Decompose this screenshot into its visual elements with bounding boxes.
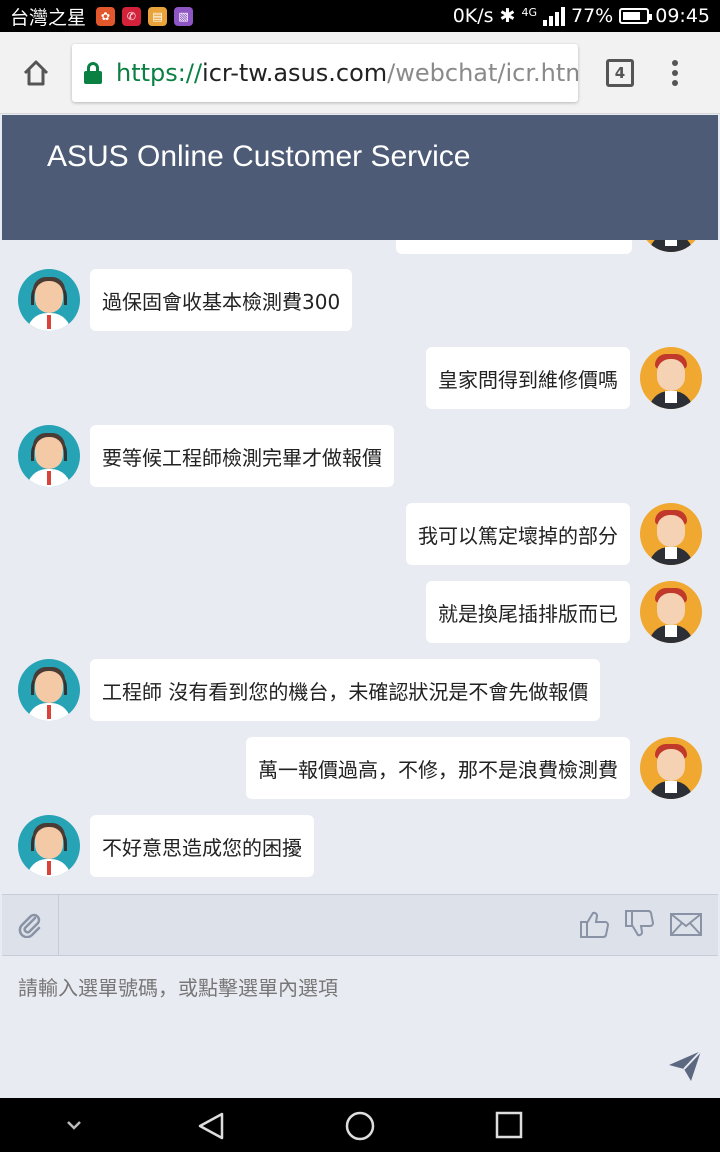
back-icon[interactable]: [196, 1110, 228, 1142]
carrier-label: 台灣之星: [10, 6, 87, 29]
chat-action-bar: [2, 894, 718, 956]
thumbs-up-icon[interactable]: [578, 908, 610, 940]
chat-bubble: 皇家問得到維修價嗎: [426, 347, 630, 409]
address-bar[interactable]: https://icr-tw.asus.com/webchat/icr.html: [72, 43, 578, 102]
network-type: 4G: [521, 6, 537, 19]
battery-icon: [619, 8, 653, 24]
gallery-app-icon: ▧: [174, 6, 194, 26]
chat-message-agent: 工程師 沒有看到您的機台，未確認狀況是不會先做報價: [18, 659, 601, 721]
chat-message-user: 就是換尾插排版而已: [426, 581, 702, 643]
chat-bubble: 過保固會收基本檢測費300: [90, 269, 353, 331]
chat-bubble: 萬一報價過高，不修，那不是浪費檢測費: [246, 737, 630, 799]
more-vert-icon[interactable]: [672, 59, 678, 86]
bluetooth-icon: ✱: [499, 5, 516, 27]
page-header: ASUS Online Customer Service: [2, 115, 718, 240]
agent-avatar: [18, 659, 80, 721]
mail-icon[interactable]: [669, 908, 703, 940]
notification-app-icon: ✿: [96, 6, 116, 26]
user-avatar: [640, 581, 702, 643]
system-nav-bar: [0, 1098, 720, 1152]
agent-avatar: [18, 815, 80, 877]
send-icon[interactable]: [667, 1048, 703, 1084]
agent-avatar: [18, 269, 80, 331]
user-avatar: [640, 347, 702, 409]
tab-switcher-button[interactable]: 4: [606, 58, 634, 87]
chat-bubble: 要等候工程師檢測完畢才做報價: [90, 425, 394, 487]
page-title: ASUS Online Customer Service: [47, 140, 471, 173]
home-circle-icon[interactable]: [344, 1110, 376, 1142]
chat-bubble: 我可以篤定壞掉的部分: [406, 503, 630, 565]
paperclip-icon: [18, 913, 41, 938]
agent-avatar: [18, 425, 80, 487]
chat-message-agent: 不好意思造成您的困擾: [18, 815, 314, 877]
notes-app-icon: ▤: [148, 6, 168, 26]
signal-icon: [543, 6, 565, 26]
browser-toolbar: https://icr-tw.asus.com/webchat/icr.html…: [0, 32, 720, 114]
user-avatar: [640, 503, 702, 565]
chat-bubble: 不好意思造成您的困擾: [90, 815, 314, 877]
message-input[interactable]: 請輸入選單號碼，或點擊選單內選項: [2, 956, 642, 1098]
url-path: /webchat/icr.html: [387, 58, 578, 87]
chat-message-agent: 要等候工程師檢測完畢才做報價: [18, 425, 394, 487]
attach-button[interactable]: [2, 895, 59, 955]
thumbs-down-icon[interactable]: [623, 908, 655, 940]
chat-message-user: 皇家問得到維修價嗎: [426, 347, 702, 409]
home-icon: [23, 60, 49, 85]
chat-log[interactable]: 過保固會收基本檢測費300 皇家問得到維修價嗎 要等候工程師檢測完畢才做報價 我…: [2, 240, 718, 894]
chevron-down-icon[interactable]: [63, 1114, 85, 1136]
user-avatar: [640, 737, 702, 799]
url-scheme: https://: [116, 58, 203, 87]
battery-percent: 77%: [571, 5, 614, 27]
chat-message-user: 我可以篤定壞掉的部分: [406, 503, 702, 565]
chat-message-user: 萬一報價過高，不修，那不是浪費檢測費: [246, 737, 702, 799]
lock-icon: [84, 61, 102, 84]
home-button[interactable]: [0, 32, 72, 114]
chat-message-agent: 過保固會收基本檢測費300: [18, 269, 353, 331]
network-speed: 0K/s: [452, 5, 494, 27]
clock: 09:45: [655, 5, 710, 27]
chat-bubble-partial: [396, 240, 632, 254]
phone-app-icon: ✆: [122, 6, 142, 26]
chat-bubble: 工程師 沒有看到您的機台，未確認狀況是不會先做報價: [90, 659, 601, 721]
user-avatar: [640, 240, 702, 252]
url-host: icr-tw.asus.com: [202, 58, 388, 87]
message-composer: 請輸入選單號碼，或點擊選單內選項: [2, 956, 718, 1098]
chat-bubble: 就是換尾插排版而已: [426, 581, 630, 643]
recents-icon[interactable]: [494, 1110, 524, 1140]
status-bar: 台灣之星 ✿ ✆ ▤ ▧ 0K/s ✱ 4G 77% 09:45: [0, 0, 720, 32]
